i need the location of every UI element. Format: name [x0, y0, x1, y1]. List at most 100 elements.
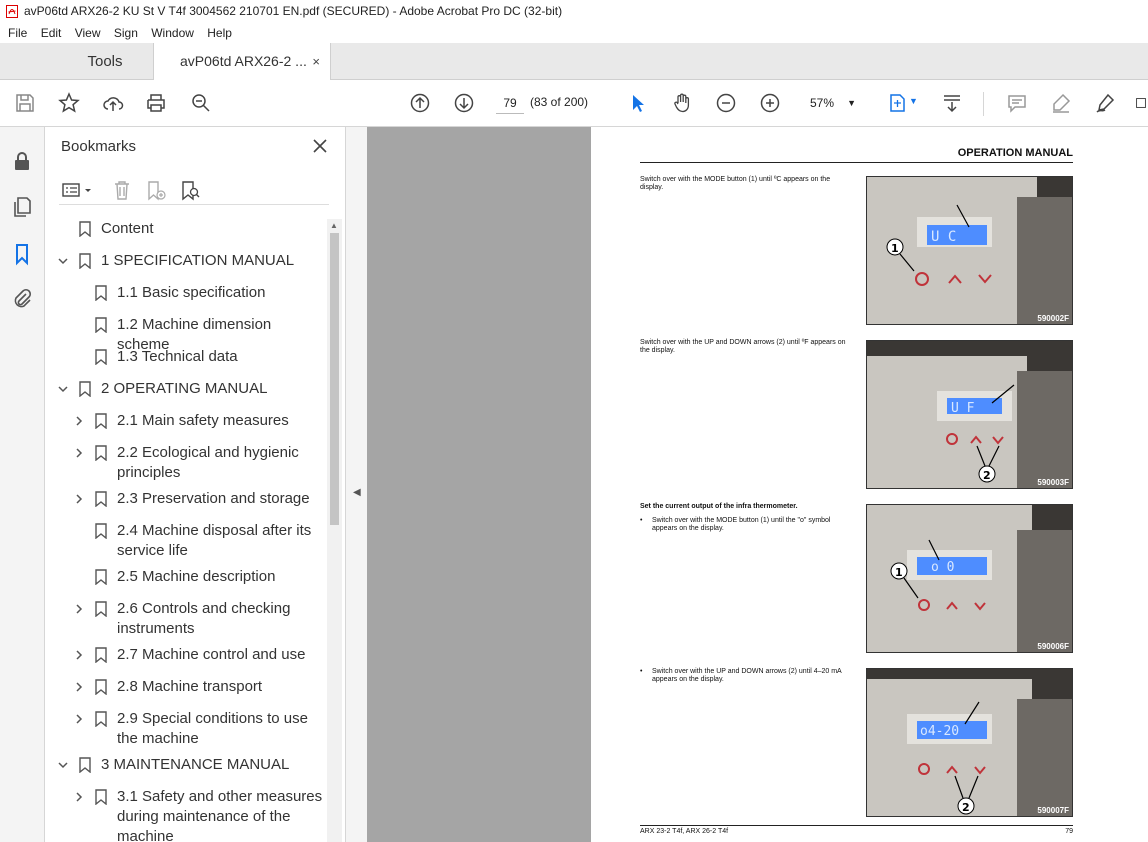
page-footer: ARX 23-2 T4f, ARX 26-2 T4f 79: [640, 825, 1073, 835]
chevron-right-icon[interactable]: [73, 791, 85, 803]
menu-help[interactable]: Help: [207, 26, 232, 40]
menu-window[interactable]: Window: [151, 26, 194, 40]
chevron-right-icon[interactable]: [73, 681, 85, 693]
bookmark-label: 2.8 Machine transport: [117, 678, 263, 695]
chevron-right-icon[interactable]: [73, 713, 85, 725]
pdf-page: OPERATION MANUAL Switch over with the MO…: [591, 127, 1148, 842]
svg-text:1: 1: [891, 242, 899, 255]
panel-splitter[interactable]: ◀: [346, 127, 367, 842]
scroll-mode-icon[interactable]: [939, 90, 965, 116]
menu-sign[interactable]: Sign: [114, 26, 138, 40]
instruction-text-4: Switch over with the UP and DOWN arrows …: [652, 668, 842, 683]
svg-text:o4-20: o4-20: [920, 724, 959, 739]
chevron-right-icon[interactable]: [73, 649, 85, 661]
toolbar-divider: [983, 92, 984, 116]
chevron-right-icon[interactable]: [73, 447, 85, 459]
bookmark-ribbon-icon: [95, 601, 107, 617]
scrollbar-thumb[interactable]: [330, 233, 339, 525]
bookmark-ribbon-icon: [95, 569, 107, 585]
scroll-up-icon[interactable]: ▲: [330, 221, 338, 230]
svg-text:1: 1: [895, 566, 903, 579]
collapse-panel-icon[interactable]: ◀: [353, 487, 361, 498]
menu-bar: File Edit View Sign Window Help: [0, 23, 1148, 43]
bookmark-ribbon-icon: [95, 679, 107, 695]
chevron-down-icon: ▼: [847, 98, 856, 108]
bookmarks-toolbar: [59, 175, 329, 205]
bookmark-icon[interactable]: [10, 242, 34, 266]
bookmark-label: 3 MAINTENANCE MANUAL: [101, 756, 290, 773]
photo-code: 590007F: [1037, 806, 1069, 815]
bookmark-label: 2.7 Machine control and use: [117, 646, 306, 663]
bookmark-label: 2.2 Ecological and hygienic principles: [117, 444, 299, 481]
chevron-down-icon[interactable]: [57, 255, 69, 267]
bookmark-ribbon-icon: [79, 381, 91, 397]
zoom-out-icon[interactable]: [713, 90, 739, 116]
hand-icon[interactable]: [669, 90, 695, 116]
tab-close-icon[interactable]: ×: [312, 43, 320, 80]
bookmark-ribbon-icon: [95, 445, 107, 461]
tab-tools[interactable]: Tools: [58, 43, 152, 80]
instruction-text-3: Switch over with the MODE button (1) unt…: [652, 517, 831, 532]
bullet-mark: •: [640, 668, 643, 675]
print-icon[interactable]: [143, 90, 169, 116]
display-photo: U F 2 590003F: [866, 340, 1073, 489]
bullet-item: • Switch over with the UP and DOWN arrow…: [640, 668, 855, 684]
options-menu-icon[interactable]: [61, 179, 95, 201]
bookmark-ribbon-icon: [95, 413, 107, 429]
fit-page-chevron-icon[interactable]: ▼: [909, 96, 918, 106]
bookmark-ribbon-icon: [95, 647, 107, 663]
zoom-in-icon[interactable]: [757, 90, 783, 116]
highlight-icon[interactable]: [1048, 90, 1074, 116]
page-down-icon[interactable]: [451, 90, 477, 116]
bullet-mark: •: [640, 517, 643, 524]
lock-icon[interactable]: [10, 149, 34, 173]
bookmark-label: 2.3 Preservation and storage: [117, 490, 310, 507]
menu-edit[interactable]: Edit: [41, 26, 62, 40]
chevron-down-icon[interactable]: [57, 759, 69, 771]
new-bookmark-icon[interactable]: [145, 179, 167, 201]
bookmark-label: 2.4 Machine disposal after its service l…: [117, 522, 312, 559]
fit-page-icon[interactable]: [884, 90, 910, 116]
delete-icon[interactable]: [111, 179, 133, 201]
chevron-right-icon[interactable]: [73, 603, 85, 615]
attachment-icon[interactable]: [10, 287, 34, 311]
bookmarks-panel: Bookmarks Content 1 SPECIFICATION MANUAL 1…: [45, 127, 346, 842]
comment-icon[interactable]: [1004, 90, 1030, 116]
bookmark-ribbon-icon: [95, 349, 107, 365]
sign-icon[interactable]: [1092, 90, 1118, 116]
chevron-right-icon[interactable]: [73, 493, 85, 505]
document-view[interactable]: OPERATION MANUAL Switch over with the MO…: [367, 127, 1148, 842]
svg-text:2: 2: [983, 469, 991, 482]
instruction-text: Switch over with the UP and DOWN arrows …: [640, 339, 855, 355]
chevron-right-icon[interactable]: [73, 415, 85, 427]
more-tools-icon[interactable]: [1134, 90, 1148, 116]
photo-image: o4-20 2: [867, 669, 1072, 816]
instruction-text: Switch over with the MODE button (1) unt…: [640, 176, 855, 192]
menu-file[interactable]: File: [8, 26, 27, 40]
bookmark-label: 2.9 Special conditions to use the machin…: [117, 710, 308, 747]
tab-document[interactable]: avP06td ARX26-2 ... ×: [153, 43, 331, 80]
upload-icon[interactable]: [100, 90, 126, 116]
close-icon[interactable]: [311, 137, 329, 155]
page-header: OPERATION MANUAL: [640, 147, 1073, 163]
select-arrow-icon[interactable]: [625, 90, 651, 116]
find-icon[interactable]: [188, 90, 214, 116]
zoom-select[interactable]: 57% ▼: [798, 92, 862, 114]
instruction-text-2: Switch over with the UP and DOWN arrows …: [640, 339, 846, 354]
bookmark-label: 1.1 Basic specification: [117, 284, 266, 301]
star-icon[interactable]: [56, 90, 82, 116]
bookmark-ribbon-icon: [95, 491, 107, 507]
pages-icon[interactable]: [10, 195, 34, 219]
page-up-icon[interactable]: [407, 90, 433, 116]
page-number-input[interactable]: [496, 92, 524, 114]
bookmark-label: 2 OPERATING MANUAL: [101, 380, 268, 397]
menu-view[interactable]: View: [75, 26, 101, 40]
save-icon[interactable]: [12, 90, 38, 116]
bookmark-ribbon-icon: [79, 757, 91, 773]
bookmarks-scrollbar[interactable]: ▲: [327, 219, 342, 842]
tab-bar: Tools avP06td ARX26-2 ... ×: [0, 43, 1148, 80]
display-photo: o 0 1 590006F: [866, 504, 1073, 653]
chevron-down-icon[interactable]: [57, 383, 69, 395]
bookmark-label: 1.3 Technical data: [117, 348, 238, 365]
find-bookmark-icon[interactable]: [179, 179, 201, 201]
